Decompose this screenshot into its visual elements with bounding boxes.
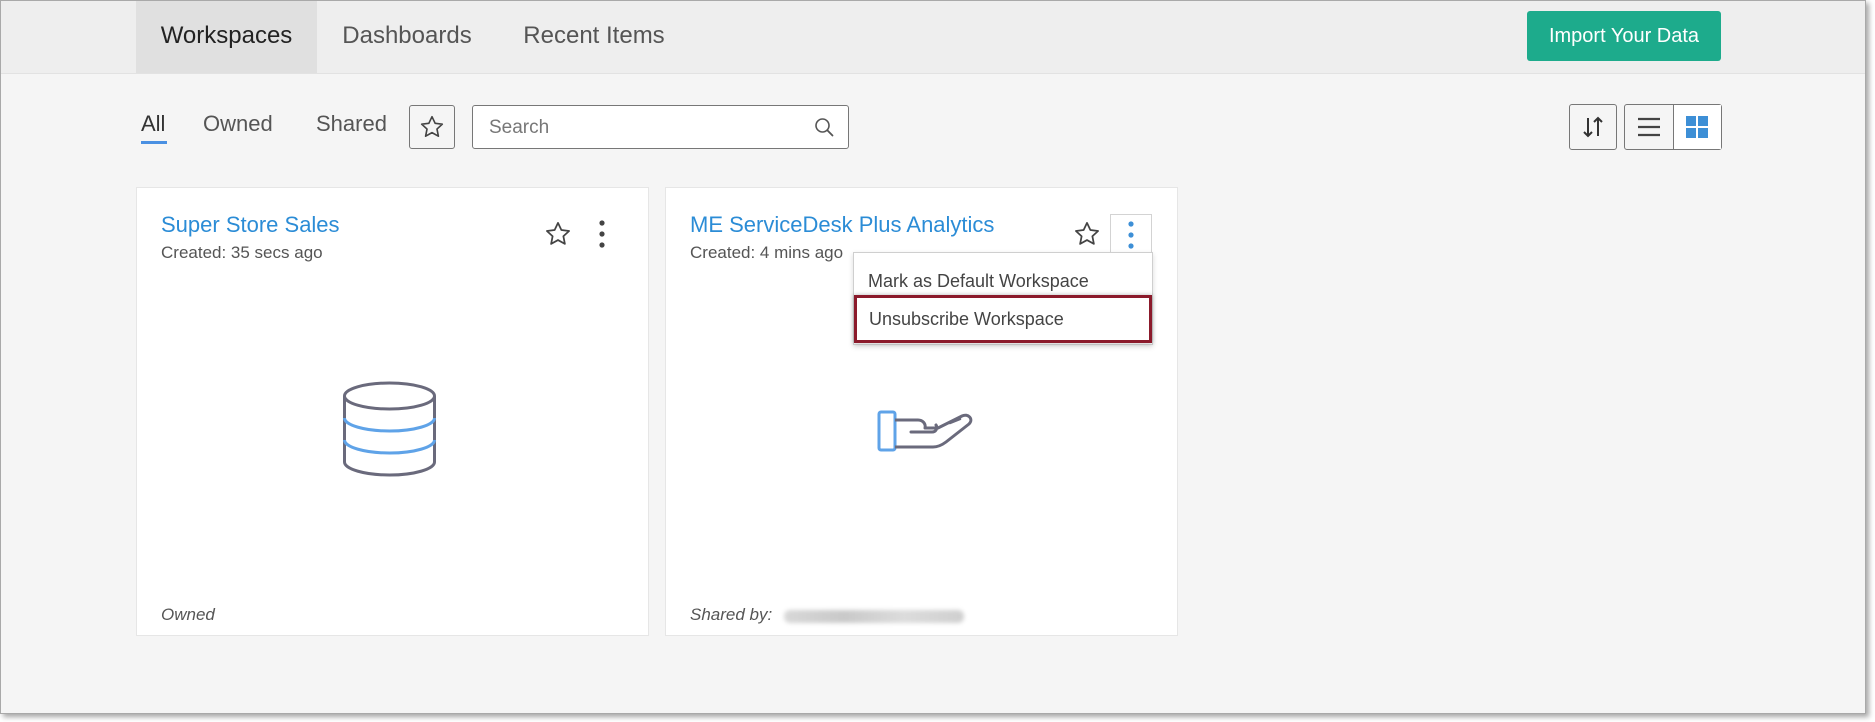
search-box <box>472 105 849 149</box>
grid-icon <box>1686 116 1709 138</box>
workspace-title[interactable]: Super Store Sales <box>161 212 340 238</box>
filter-owned[interactable]: Owned <box>203 111 273 137</box>
workspace-ownership: Owned <box>161 605 215 624</box>
import-data-button[interactable]: Import Your Data <box>1527 11 1721 61</box>
workspace-context-menu: Mark as Default Workspace Unsubscribe Wo… <box>853 252 1153 345</box>
tab-dashboards[interactable]: Dashboards <box>327 1 487 73</box>
workspace-card[interactable]: Super Store Sales Created: 35 secs ago O… <box>136 187 649 636</box>
shared-by-user-blurred <box>784 610 964 623</box>
shared-hand-icon <box>877 410 973 452</box>
top-nav: Workspaces Dashboards Recent Items Impor… <box>1 1 1865 74</box>
grid-view-button[interactable] <box>1672 105 1721 149</box>
workspace-title[interactable]: ME ServiceDesk Plus Analytics <box>690 212 994 238</box>
app-window: Workspaces Dashboards Recent Items Impor… <box>0 0 1866 714</box>
search-input[interactable] <box>487 114 801 142</box>
view-toggle <box>1624 104 1722 150</box>
filter-shared[interactable]: Shared <box>316 111 387 137</box>
workspace-ownership: Shared by: <box>690 605 773 624</box>
star-icon[interactable] <box>1073 220 1101 248</box>
menu-item-unsubscribe[interactable]: Unsubscribe Workspace <box>854 295 1152 343</box>
star-icon <box>420 115 444 138</box>
sort-icon <box>1583 116 1603 138</box>
more-options-button-active[interactable] <box>1110 214 1152 256</box>
more-options-icon <box>1128 221 1134 249</box>
more-options-icon[interactable] <box>594 218 610 250</box>
search-icon[interactable] <box>814 117 834 137</box>
list-icon <box>1637 117 1660 137</box>
filter-all[interactable]: All <box>141 111 165 137</box>
database-icon <box>343 381 436 477</box>
favorites-filter-button[interactable] <box>409 105 455 149</box>
tab-recent-items[interactable]: Recent Items <box>509 1 679 73</box>
active-filter-underline <box>141 141 167 144</box>
sort-button[interactable] <box>1569 104 1617 150</box>
workspace-created-time: Created: 4 mins ago <box>690 243 844 262</box>
list-view-button[interactable] <box>1625 105 1673 149</box>
workspace-created-time: Created: 35 secs ago <box>161 243 323 262</box>
star-icon[interactable] <box>544 220 572 248</box>
tab-workspaces[interactable]: Workspaces <box>136 1 317 73</box>
